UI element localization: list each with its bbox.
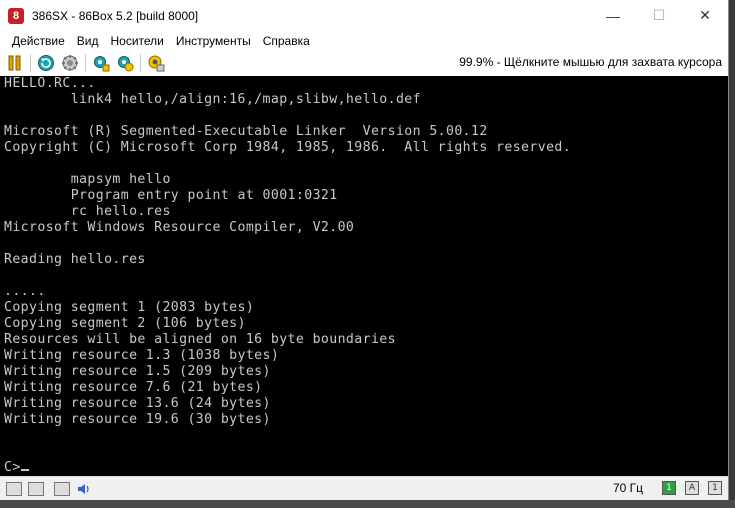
mouse-capture-hint: 99.9% - Щёлкните мышью для захвата курсо… xyxy=(459,55,722,69)
console-line: Resources will be aligned on 16 byte bou… xyxy=(4,332,396,347)
menu-action[interactable]: Действие xyxy=(6,34,71,48)
console-line: Program entry point at 0001:0321 xyxy=(4,188,338,203)
menu-view[interactable]: Вид xyxy=(71,34,105,48)
window-title: 386SX - 86Box 5.2 [build 8000] xyxy=(32,8,199,23)
minimize-button[interactable]: — xyxy=(590,0,636,31)
emulator-screen[interactable]: HELLO.RC... link4 hello,/align:16,/map,s… xyxy=(0,76,728,476)
console-line: ..... xyxy=(4,284,46,299)
status-bar: 70 Гц 1 A 1 xyxy=(0,476,728,501)
ctrl-alt-del-icon[interactable] xyxy=(61,54,79,72)
console-line: Writing resource 1.3 (1038 bytes) xyxy=(4,348,280,363)
menu-media[interactable]: Носители xyxy=(104,34,169,48)
screenshot-icon[interactable] xyxy=(147,54,165,72)
console-line: Microsoft Windows Resource Compiler, V2.… xyxy=(4,220,355,235)
scroll-lock-indicator: 1 xyxy=(708,481,722,495)
refresh-rate: 70 Гц xyxy=(612,481,643,495)
toolbar-separator xyxy=(140,54,141,72)
console-line: Copying segment 1 (2083 bytes) xyxy=(4,300,255,315)
reset-icon[interactable] xyxy=(37,54,55,72)
dos-prompt: C> xyxy=(4,460,21,475)
console-line: Copying segment 2 (106 bytes) xyxy=(4,316,246,331)
toolbar-separator xyxy=(85,54,86,72)
pause-icon[interactable] xyxy=(6,54,24,72)
console-line: Copyright (C) Microsoft Corp 1984, 1985,… xyxy=(4,140,572,155)
86box-app-icon: 8 xyxy=(8,7,24,24)
console-line: Writing resource 7.6 (21 bytes) xyxy=(4,380,263,395)
caps-lock-indicator: A xyxy=(685,481,699,495)
console-line: rc hello.res xyxy=(4,204,171,219)
console-line: Writing resource 1.5 (209 bytes) xyxy=(4,364,271,379)
maximize-button[interactable]: ☐ xyxy=(636,0,682,31)
menu-bar: Действие Вид Носители Инструменты Справк… xyxy=(0,31,728,50)
cdrom-drive-icon[interactable] xyxy=(28,482,44,496)
floppy-drive-icon[interactable] xyxy=(6,482,22,496)
title-bar[interactable]: 8 386SX - 86Box 5.2 [build 8000] — ☐ ✕ xyxy=(0,0,728,31)
menu-help[interactable]: Справка xyxy=(257,34,316,48)
sound-icon[interactable] xyxy=(76,482,92,496)
settings-icon[interactable] xyxy=(92,54,110,72)
console-line: Microsoft (R) Segmented-Executable Linke… xyxy=(4,124,488,139)
console-output: HELLO.RC... link4 hello,/align:16,/map,s… xyxy=(0,76,728,476)
console-line: mapsym hello xyxy=(4,172,171,187)
console-line: HELLO.RC... xyxy=(4,76,96,91)
console-line: Writing resource 19.6 (30 bytes) xyxy=(4,412,271,427)
toolbar-separator xyxy=(30,54,31,72)
close-button[interactable]: ✕ xyxy=(682,0,728,31)
console-line: Reading hello.res xyxy=(4,252,146,267)
hard-reset-icon[interactable] xyxy=(116,54,134,72)
desktop-background xyxy=(0,500,735,508)
text-cursor xyxy=(20,469,29,471)
menu-tools[interactable]: Инструменты xyxy=(170,34,257,48)
num-lock-indicator: 1 xyxy=(662,481,676,495)
toolbar: 99.9% - Щёлкните мышью для захвата курсо… xyxy=(0,50,728,77)
hard-disk-icon[interactable] xyxy=(54,482,70,496)
console-line: link4 hello,/align:16,/map,slibw,hello.d… xyxy=(4,92,421,107)
emulator-window: 8 386SX - 86Box 5.2 [build 8000] — ☐ ✕ Д… xyxy=(0,0,729,508)
console-line: Writing resource 13.6 (24 bytes) xyxy=(4,396,271,411)
